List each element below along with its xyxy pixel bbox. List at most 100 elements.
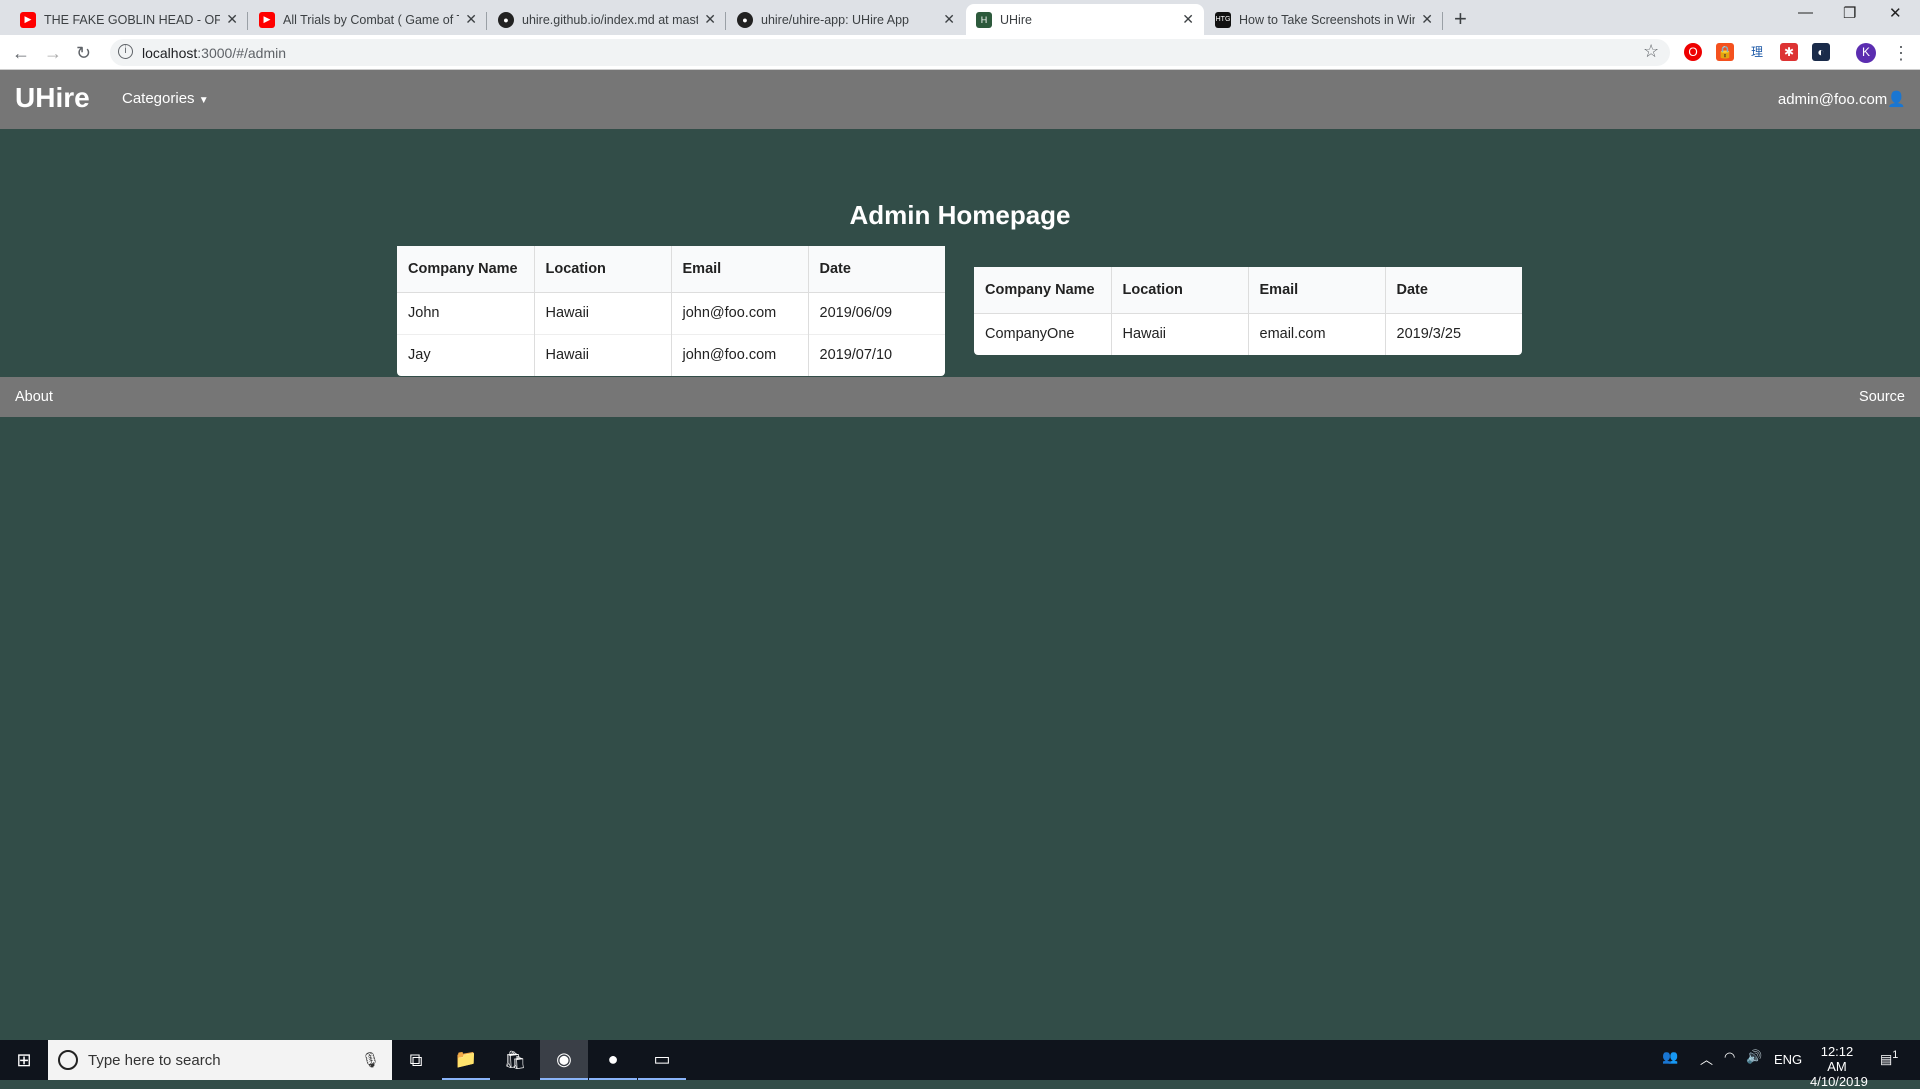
close-window-button[interactable]: ✕: [1889, 4, 1902, 22]
volume-icon[interactable]: 🔊: [1746, 1049, 1762, 1065]
reload-icon[interactable]: ↻: [76, 43, 91, 64]
page-title: Admin Homepage: [849, 200, 1071, 230]
chrome-icon[interactable]: ◉: [540, 1040, 588, 1080]
table-header-row: Company Name Location Email Date: [974, 267, 1522, 314]
tab-title: THE FAKE GOBLIN HEAD - OFFLINE: [44, 12, 221, 27]
tab-title: uhire.github.io/index.md at master: [522, 12, 699, 27]
file-explorer-icon[interactable]: 📁: [442, 1040, 490, 1080]
browser-tab[interactable]: ● uhire.github.io/index.md at master ✕: [488, 4, 726, 35]
youtube-icon: ▶: [259, 11, 275, 28]
caret-down-icon: ▼: [198, 95, 209, 106]
column-header: Company Name: [397, 246, 535, 293]
uhire-icon: H: [976, 11, 992, 28]
clock-time: 12:12 AM: [1820, 1044, 1854, 1074]
browser-tab[interactable]: ● uhire/uhire-app: UHire App ✕: [727, 4, 965, 35]
column-header: Company Name: [974, 267, 1112, 314]
microphone-icon[interactable]: 🎙: [361, 1051, 380, 1069]
source-link[interactable]: Source: [1859, 389, 1905, 405]
tab-title: uhire/uhire-app: UHire App: [761, 12, 909, 27]
profile-avatar[interactable]: K: [1856, 43, 1876, 63]
github-desktop-icon[interactable]: ●: [589, 1040, 637, 1080]
cell: Hawaii: [534, 333, 672, 376]
menu-icon[interactable]: ⋮: [1892, 43, 1910, 64]
column-header: Date: [1385, 267, 1522, 314]
minimize-button[interactable]: —: [1798, 4, 1813, 21]
windows-start-icon[interactable]: ⊞: [0, 1040, 48, 1080]
column-header: Location: [534, 246, 672, 293]
user-email: admin@foo.com: [1777, 91, 1888, 108]
github-icon: ●: [737, 11, 753, 28]
info-icon[interactable]: i: [118, 44, 133, 59]
close-tab-icon[interactable]: ✕: [465, 11, 477, 28]
browser-tab[interactable]: HTG How to Take Screenshots in Windows ✕: [1205, 4, 1443, 35]
address-bar-row: ← → ↻ i localhost:3000/#/admin ☆ O 🔒 理 ✱ …: [0, 35, 1920, 70]
taskbar-search-input[interactable]: Type here to search 🎙: [48, 1040, 392, 1080]
clock[interactable]: 12:12 AM 4/10/2019: [1810, 1044, 1868, 1089]
extension-icon[interactable]: ◐: [1812, 43, 1830, 61]
cell: Hawaii: [1111, 312, 1249, 355]
close-tab-icon[interactable]: ✕: [704, 11, 716, 28]
close-tab-icon[interactable]: ✕: [1421, 11, 1433, 28]
cortana-icon: [58, 1050, 78, 1070]
cell: john@foo.com: [671, 291, 809, 334]
tab-title: UHire: [1000, 12, 1032, 27]
terminal-icon[interactable]: ▭: [638, 1040, 686, 1080]
bookmark-star-icon[interactable]: ☆: [1643, 41, 1659, 62]
wifi-icon[interactable]: ◠: [1724, 1049, 1735, 1065]
url-input[interactable]: i localhost:3000/#/admin: [110, 39, 1670, 66]
forward-icon[interactable]: →: [44, 43, 62, 64]
cell: Jay: [397, 333, 535, 376]
extension-icon[interactable]: ✱: [1780, 43, 1798, 61]
table-one: Company Name Location Email Date John Hawaii…: [397, 246, 945, 376]
youtube-icon: ▶: [20, 11, 36, 28]
github-icon: ●: [498, 11, 514, 28]
browser-tab[interactable]: ▶ All Trials by Combat ( Game of Thrones ✕: [249, 4, 487, 35]
cell: Hawaii: [534, 291, 672, 334]
column-header: Date: [808, 246, 945, 293]
cell: 2019/07/10: [808, 333, 945, 376]
categories-dropdown[interactable]: Categories ▼: [122, 90, 209, 107]
column-header: Email: [671, 246, 809, 293]
app-navbar: UHire Categories ▼ admin@foo.com👤: [0, 70, 1920, 129]
chevron-up-icon[interactable]: ︿: [1700, 1049, 1713, 1068]
clock-date: 4/10/2019: [1810, 1074, 1868, 1089]
cell: 2019/06/09: [808, 291, 945, 334]
column-header: Location: [1111, 267, 1249, 314]
about-link[interactable]: About: [15, 389, 53, 405]
browser-tab[interactable]: ▶ THE FAKE GOBLIN HEAD - OFFLINE ✕: [10, 4, 248, 35]
cell: 2019/3/25: [1385, 312, 1522, 355]
language-indicator[interactable]: ENG: [1774, 1052, 1802, 1067]
lock-extension-icon[interactable]: 🔒: [1716, 43, 1734, 61]
browser-tab-strip: ▶ THE FAKE GOBLIN HEAD - OFFLINE ✕ ▶ All Tr…: [0, 0, 1920, 35]
cell: john@foo.com: [671, 333, 809, 376]
cell: CompanyOne: [974, 312, 1112, 355]
windows-taskbar: ⊞ Type here to search 🎙 ⧉ 📁 🛍 ◉ ● ▭ 👥 ︿ ◠…: [0, 1040, 1920, 1089]
column-header: Email: [1248, 267, 1386, 314]
dictionary-extension-icon[interactable]: 理: [1748, 43, 1766, 61]
brand-logo[interactable]: UHire: [15, 82, 90, 114]
cell: email.com: [1248, 312, 1386, 355]
back-icon[interactable]: ←: [12, 43, 30, 64]
opera-extension-icon[interactable]: O: [1684, 43, 1702, 61]
new-tab-button[interactable]: +: [1454, 6, 1467, 32]
table-two: Company Name Location Email Date CompanyOne…: [974, 267, 1522, 355]
user-menu[interactable]: admin@foo.com👤: [1778, 90, 1906, 108]
table-header-row: Company Name Location Email Date: [397, 246, 945, 293]
restore-button[interactable]: ❐: [1843, 4, 1856, 22]
table-row: John Hawaii john@foo.com 2019/06/09: [397, 291, 945, 334]
url-host: localhost: [142, 44, 198, 61]
people-icon[interactable]: 👥: [1662, 1049, 1678, 1065]
tab-title: All Trials by Combat ( Game of Thrones: [283, 12, 459, 27]
footer: About Source: [0, 377, 1920, 417]
close-tab-icon[interactable]: ✕: [943, 11, 955, 28]
task-view-icon[interactable]: ⧉: [392, 1040, 440, 1080]
table-row: CompanyOne Hawaii email.com 2019/3/25: [974, 312, 1522, 355]
notifications-icon[interactable]: ▤1: [1880, 1049, 1898, 1067]
htg-icon: HTG: [1215, 11, 1231, 28]
store-icon[interactable]: 🛍: [491, 1040, 539, 1080]
browser-tab-active[interactable]: H UHire ✕: [966, 4, 1204, 35]
close-tab-icon[interactable]: ✕: [226, 11, 238, 28]
close-tab-icon[interactable]: ✕: [1182, 11, 1194, 28]
tab-title: How to Take Screenshots in Windows: [1239, 12, 1416, 27]
search-placeholder: Type here to search: [88, 1051, 221, 1069]
